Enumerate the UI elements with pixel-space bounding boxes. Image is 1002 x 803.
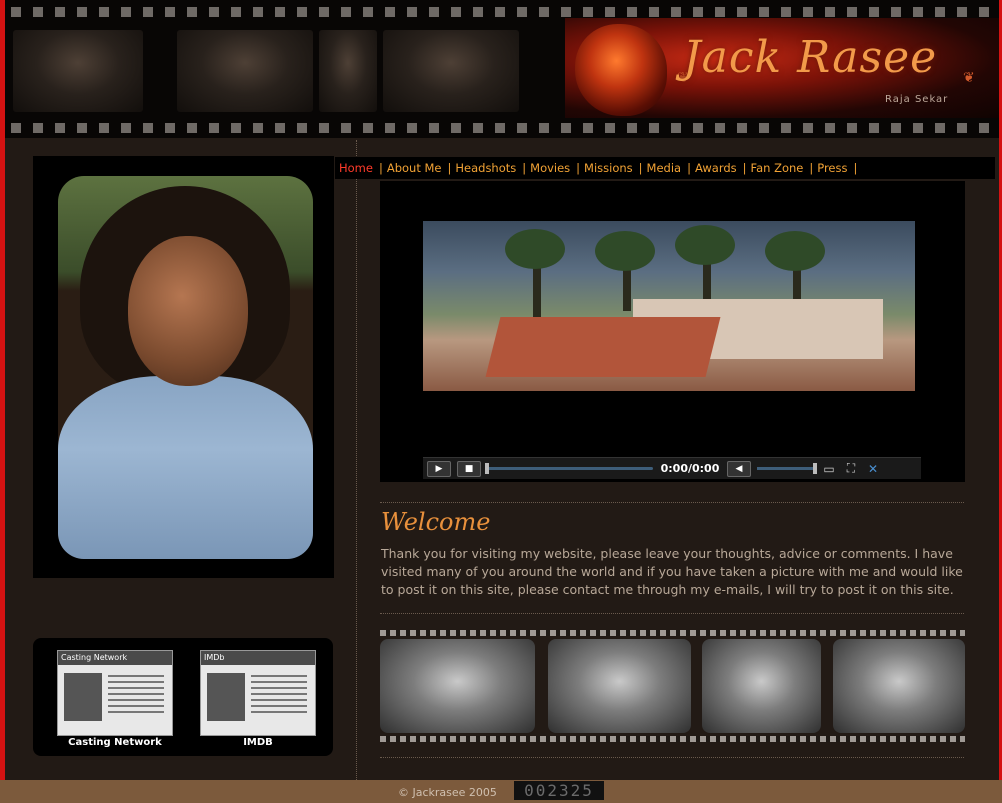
filmstrip-sprockets-bottom [5,121,999,135]
filmstrip-photo[interactable] [548,639,691,733]
nav-item-media[interactable]: Media [643,161,688,175]
nav-item-missions[interactable]: Missions [580,161,639,175]
portrait-panel [33,156,334,578]
video-frame[interactable] [423,221,915,391]
brand-logo: ❦ Jack Rasee ❦ Raja Sekar [565,18,999,118]
copyright-text: © Jackrasee 2005 [398,786,497,799]
nav-item-movies[interactable]: Movies [526,161,576,175]
seek-bar[interactable] [485,463,653,474]
video-palm-crown [595,231,655,271]
volume-slider[interactable] [757,463,817,474]
header-photo-frame [319,30,377,112]
divider [380,613,964,614]
external-links-panel: Casting Network IMDb Casting Network IMD… [33,638,333,756]
column-divider [356,140,357,780]
filmstrip-photo[interactable] [702,639,821,733]
site-title: Jack Rasee [683,32,938,83]
close-icon[interactable]: ✕ [865,462,881,476]
filmstrip-sprockets-top [5,5,999,19]
welcome-heading: Welcome [381,508,491,536]
header-banner: ❦ Jack Rasee ❦ Raja Sekar [5,0,999,138]
mute-icon[interactable]: ◀ [727,460,751,477]
filmstrip-photo[interactable] [380,639,535,733]
video-house-roof [485,317,721,377]
nav-item-headshots[interactable]: Headshots [451,161,522,175]
fullscreen-icon[interactable]: ⛶ [843,461,859,476]
filmstrip-sprockets-bottom [380,736,965,742]
visitor-counter: 002325 [514,781,604,800]
nav-item-fan-zone[interactable]: Fan Zone [747,161,810,175]
nav-item-awards[interactable]: Awards [691,161,743,175]
nav-item-about-me[interactable]: About Me [383,161,448,175]
thumb-photo [64,673,102,721]
filmstrip-photo[interactable] [833,639,965,733]
filmstrip-sprockets-top [380,630,965,636]
brand-face-image [575,24,667,116]
thumb-title: IMDb [201,651,315,665]
portrait-face [128,236,248,386]
header-photo-frame [383,30,519,112]
header-photo-frame [13,30,143,112]
nav-item-press[interactable]: Press [813,161,853,175]
stop-icon[interactable]: ■ [457,460,481,477]
casting-network-label[interactable]: Casting Network [50,737,180,748]
play-icon[interactable]: ▶ [427,460,451,477]
header-photo-frame [177,30,313,112]
nav-separator: | [853,161,858,175]
thumb-photo [207,673,245,721]
portrait-shirt [58,376,313,559]
divider [380,757,964,758]
divider [380,502,964,503]
nav-item-home[interactable]: Home [335,161,379,175]
photo-filmstrip [380,630,965,742]
video-player: ▶ ■ 0:00/0:00 ◀ ▭ ⛶ ✕ [380,181,965,482]
imdb-label[interactable]: IMDB [193,737,323,748]
imdb-link[interactable]: IMDb [200,650,316,736]
video-palm-crown [505,229,565,269]
casting-network-link[interactable]: Casting Network [57,650,173,736]
thumb-text-lines [108,675,164,715]
video-palm-crown [675,225,735,265]
portrait-photo [58,176,313,559]
player-controls: ▶ ■ 0:00/0:00 ◀ ▭ ⛶ ✕ [423,457,921,479]
thumb-text-lines [251,675,307,715]
minimize-icon[interactable]: ▭ [821,462,837,476]
time-display: 0:00/0:00 [660,462,720,475]
footer: © Jackrasee 2005 002325 [0,780,1002,803]
welcome-text: Thank you for visiting my website, pleas… [381,546,963,597]
video-palm-crown [765,231,825,271]
main-nav: Home | About Me | Headshots | Movies | Missi… [335,157,995,179]
thumb-title: Casting Network [58,651,172,665]
site-subtitle: Raja Sekar [885,94,949,105]
flourish-icon: ❦ [963,70,975,86]
